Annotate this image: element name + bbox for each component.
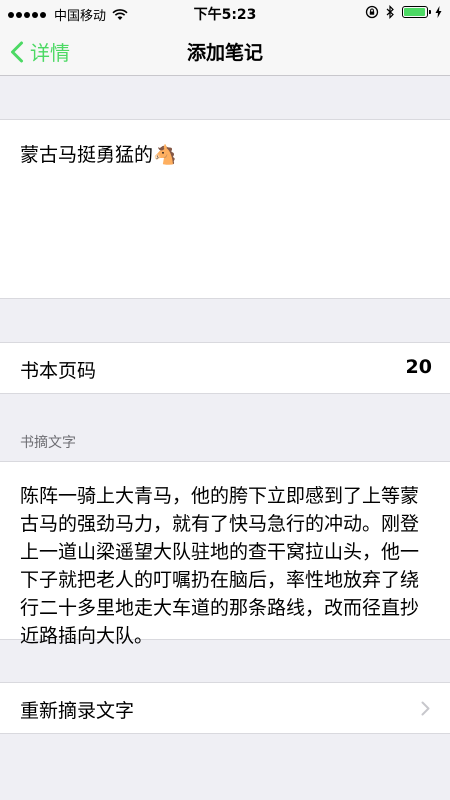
page-number-value: 20	[405, 356, 432, 378]
note-input[interactable]: 蒙古马挺勇猛的🐴	[0, 119, 450, 299]
orientation-lock-icon	[365, 5, 379, 19]
page-number-label: 书本页码	[20, 360, 97, 382]
excerpt-section-header: 书摘文字	[20, 435, 76, 451]
chevron-right-icon	[421, 701, 430, 716]
battery-icon	[402, 6, 431, 18]
page-title: 添加笔记	[186, 42, 263, 64]
charging-icon	[435, 6, 442, 18]
rerecord-excerpt-label: 重新摘录文字	[20, 700, 135, 722]
excerpt-text: 陈阵一骑上大青马，他的胯下立即感到了上等蒙古马的强劲马力，就有了快马急行的冲动。…	[20, 485, 420, 647]
status-right	[358, 5, 442, 19]
page-number-row[interactable]: 书本页码 20	[0, 342, 450, 394]
excerpt-text-area[interactable]: 陈阵一骑上大青马，他的胯下立即感到了上等蒙古马的强劲马力，就有了快马急行的冲动。…	[0, 461, 450, 647]
nav-bar: 详情 添加笔记	[0, 26, 450, 76]
note-text: 蒙古马挺勇猛的🐴	[20, 144, 177, 166]
status-bar: 中国移动 下午5:23	[0, 0, 450, 26]
rerecord-excerpt-button[interactable]: 重新摘录文字	[0, 682, 450, 734]
screen: 中国移动 下午5:23 详情 添加笔记 蒙古马挺勇猛的🐴 书本页码 20 书摘文…	[0, 0, 450, 800]
bluetooth-icon	[386, 5, 394, 19]
